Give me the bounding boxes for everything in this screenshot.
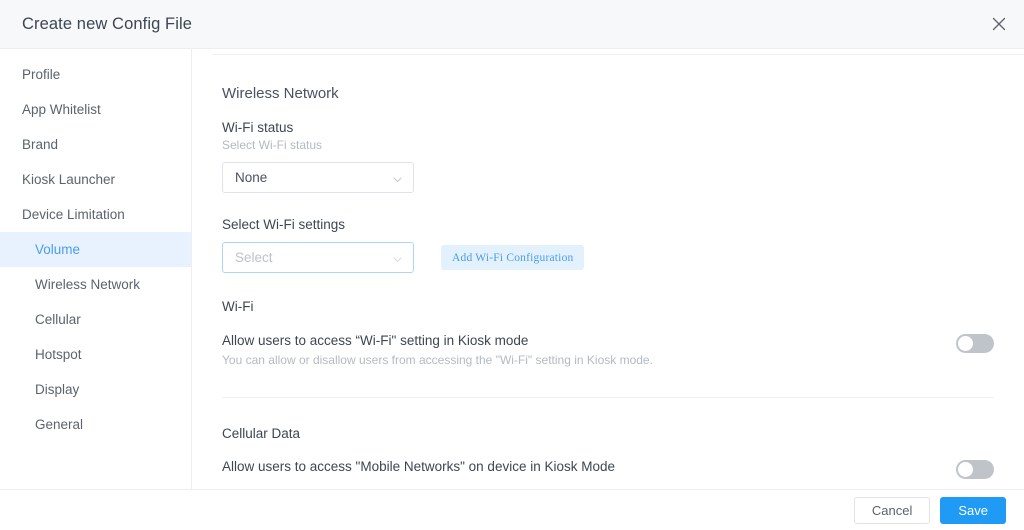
wifi-access-description: You can allow or disallow users from acc… [222,353,653,367]
sidebar-item-label: App Whitelist [22,102,101,117]
sidebar: Profile App Whitelist Brand Kiosk Launch… [0,49,192,489]
sidebar-item-display[interactable]: Display [0,372,191,407]
add-wifi-configuration-button[interactable]: Add Wi-Fi Configuration [441,245,585,270]
cancel-button[interactable]: Cancel [853,496,931,524]
sidebar-item-label: Brand [22,137,59,152]
sidebar-item-hotspot[interactable]: Hotspot [0,337,191,372]
save-button[interactable]: Save [940,496,1006,524]
wifi-access-toggle[interactable] [956,334,994,353]
sidebar-item-device-limitation[interactable]: Device Limitation [0,197,191,232]
wifi-access-texts: Allow users to access “Wi-Fi" setting in… [222,333,932,367]
sidebar-item-label: Device Limitation [22,207,125,222]
wifi-access-label: Allow users to access “Wi-Fi" setting in… [222,333,529,348]
cellular-access-label: Allow users to access "Mobile Networks" … [222,459,615,474]
toggle-knob [958,336,973,351]
sidebar-item-brand[interactable]: Brand [0,127,191,162]
modal-header: Create new Config File [0,0,1024,49]
sidebar-item-label: Profile [22,67,61,82]
sidebar-item-label: Display [35,382,80,397]
sidebar-item-kiosk-launcher[interactable]: Kiosk Launcher [0,162,191,197]
page-title: Create new Config File [22,14,193,33]
wifi-settings-label: Select Wi-Fi settings [222,217,346,232]
modal-footer: Cancel Save [0,489,1024,530]
cellular-access-toggle[interactable] [956,460,994,479]
wifi-status-label: Wi-Fi status [222,120,294,135]
section-title-wireless-network: Wireless Network [222,85,339,102]
chevron-down-icon [392,252,403,263]
sidebar-item-wireless-network[interactable]: Wireless Network [0,267,191,302]
modal-body: Profile App Whitelist Brand Kiosk Launch… [0,49,1024,489]
toggle-knob [958,462,973,477]
settings-content-panel: Wireless Network Wi-Fi status Select Wi-… [192,49,1024,489]
sidebar-item-label: Kiosk Launcher [22,172,116,187]
sidebar-item-label: Cellular [35,312,81,327]
wifi-status-select[interactable]: None [222,162,414,193]
content-top-divider [213,54,1024,55]
wifi-status-hint: Select Wi-Fi status [222,138,323,152]
cellular-access-texts: Allow users to access "Mobile Networks" … [222,459,932,474]
cellular-data-heading: Cellular Data [222,426,301,441]
sidebar-item-cellular[interactable]: Cellular [0,302,191,337]
wifi-settings-select-value: Select [235,250,273,265]
sidebar-item-profile[interactable]: Profile [0,57,191,92]
wifi-access-toggle-row: Allow users to access “Wi-Fi" setting in… [222,333,994,367]
cellular-access-toggle-row: Allow users to access "Mobile Networks" … [222,459,994,479]
sidebar-item-app-whitelist[interactable]: App Whitelist [0,92,191,127]
wifi-settings-select[interactable]: Select [222,242,414,273]
sidebar-item-label: Wireless Network [35,277,141,292]
create-config-file-modal: Create new Config File Profile App White… [0,0,1024,530]
sidebar-item-label: Hotspot [35,347,82,362]
sidebar-item-volume[interactable]: Volume [0,232,191,267]
sidebar-item-label: Volume [35,242,81,257]
chevron-down-icon [392,172,403,183]
sidebar-item-label: General [35,417,84,432]
section-divider [222,397,994,398]
wifi-block-heading: Wi-Fi [222,299,254,314]
wifi-settings-row: Select Add Wi-Fi Configuration [222,242,994,273]
sidebar-item-general[interactable]: General [0,407,191,442]
wifi-status-select-value: None [235,170,268,185]
close-icon[interactable] [986,11,1012,37]
